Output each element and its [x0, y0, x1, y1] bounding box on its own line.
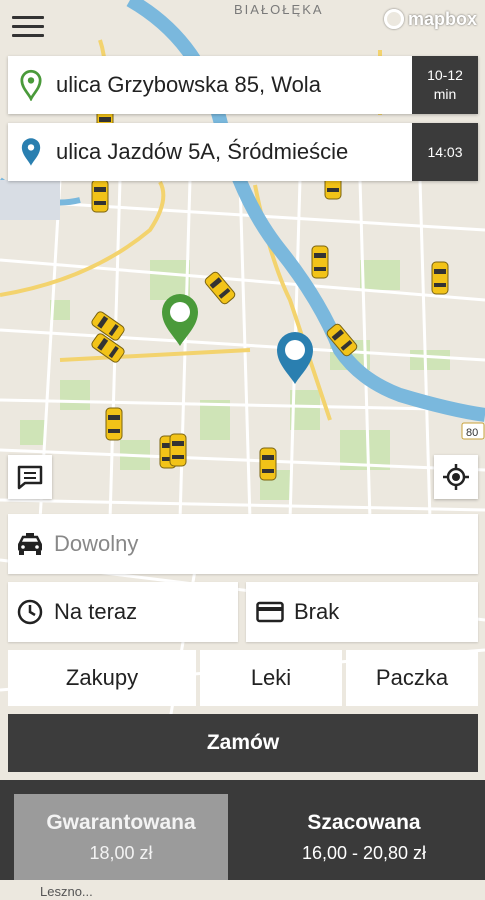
destination-arrival-time: 14:03	[412, 123, 478, 181]
guaranteed-price-value: 18,00 zł	[89, 842, 153, 863]
pickup-time-select[interactable]: Na teraz	[8, 582, 238, 642]
estimated-price-option[interactable]: Szacowana 16,00 - 20,80 zł	[257, 794, 471, 880]
chat-icon	[17, 465, 43, 490]
taxi-marker	[91, 179, 109, 213]
eta-unit: min	[433, 86, 457, 102]
origin-eta: 10-12 min	[412, 56, 478, 114]
vehicle-type-placeholder: Dowolny	[54, 531, 139, 556]
option-medicine-button[interactable]: Leki	[200, 650, 342, 706]
destination-address-row[interactable]: ulica Jazdów 5A, Śródmieście 14:03	[8, 123, 478, 181]
credit-card-icon	[256, 601, 284, 623]
hamburger-icon-bar	[12, 25, 44, 28]
industrial-area	[0, 180, 60, 220]
taxi-marker	[431, 261, 449, 295]
arrival-time-value: 14:03	[427, 143, 463, 160]
estimated-price-label: Szacowana	[307, 810, 421, 834]
payment-method-value: Brak	[294, 599, 340, 624]
destination-pin-icon	[20, 136, 42, 168]
origin-address-row[interactable]: ulica Grzybowska 85, Wola 10-12 min	[8, 56, 478, 114]
destination-address-text: ulica Jazdów 5A, Śródmieście	[56, 139, 349, 164]
option-shopping-button[interactable]: Zakupy	[8, 650, 196, 706]
estimated-price-value: 16,00 - 20,80 zł	[301, 842, 427, 863]
mapbox-logo: mapbox	[383, 6, 477, 32]
taxi-marker	[105, 407, 123, 441]
menu-button[interactable]	[10, 10, 46, 42]
guaranteed-price-option[interactable]: Gwarantowana 18,00 zł	[14, 794, 228, 880]
origin-pin-icon	[20, 69, 42, 101]
mapbox-icon	[383, 9, 404, 29]
map-bottom-label: Leszno...	[40, 884, 93, 899]
hamburger-icon-bar	[12, 34, 44, 37]
taxi-marker	[169, 433, 187, 467]
taxi-marker	[311, 245, 329, 279]
payment-method-select[interactable]: Brak	[246, 582, 478, 642]
origin-address-field[interactable]: ulica Grzybowska 85, Wola	[8, 56, 412, 114]
mapbox-logo-text: mapbox	[407, 8, 477, 29]
destination-address-field[interactable]: ulica Jazdów 5A, Śródmieście	[8, 123, 412, 181]
district-label: BIAŁOŁĘKA	[234, 2, 324, 17]
order-button[interactable]: Zamów	[8, 714, 478, 772]
origin-address-text: ulica Grzybowska 85, Wola	[56, 72, 321, 97]
locate-me-button[interactable]	[434, 455, 478, 499]
hamburger-icon-bar	[12, 16, 44, 19]
svg-text:80: 80	[466, 427, 478, 439]
eta-value: 10-12	[427, 67, 463, 83]
road-number-badge: 80	[461, 422, 485, 440]
chat-button[interactable]	[8, 455, 52, 499]
option-parcel-button[interactable]: Paczka	[346, 650, 478, 706]
vehicle-type-select[interactable]: Dowolny	[8, 514, 478, 574]
crosshair-icon	[443, 464, 469, 490]
guaranteed-price-label: Gwarantowana	[46, 810, 196, 834]
pricing-bar: Gwarantowana 18,00 zł Szacowana 16,00 - …	[0, 780, 485, 880]
taxi-car-icon	[17, 533, 43, 555]
map-bottom-strip: Leszno...	[0, 880, 485, 900]
taxi-marker	[259, 447, 277, 481]
pickup-time-value: Na teraz	[54, 599, 138, 624]
clock-icon	[17, 599, 43, 625]
